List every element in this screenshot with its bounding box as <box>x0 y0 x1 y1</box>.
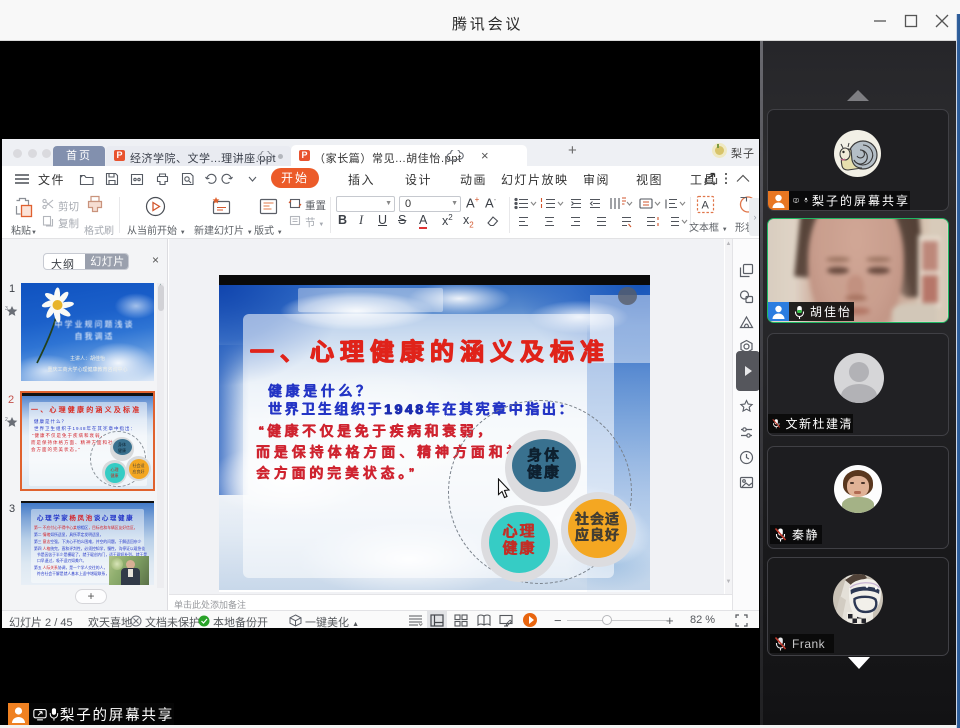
svg-text:3: 3 <box>5 306 8 312</box>
svg-text:2: 2 <box>5 417 8 423</box>
svg-text:A: A <box>702 200 710 212</box>
